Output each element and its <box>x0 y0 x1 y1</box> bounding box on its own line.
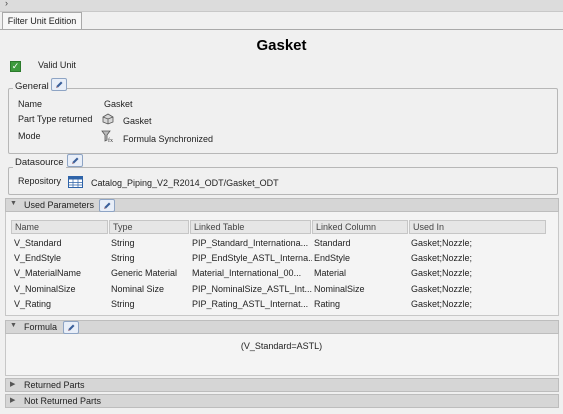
table-cell[interactable]: V_EndStyle <box>14 251 108 266</box>
formula-mode-icon: fx <box>101 130 115 144</box>
expand-chevron-icon[interactable]: › <box>5 0 8 8</box>
pencil-icon <box>56 81 63 88</box>
valid-unit-checkbox[interactable]: ✓ <box>10 61 21 72</box>
part-type-label: Part Type returned <box>18 114 93 124</box>
table-cell[interactable]: String <box>111 251 189 266</box>
table-cell[interactable]: EndStyle <box>314 251 408 266</box>
used-parameters-title: Used Parameters <box>24 200 95 210</box>
table-cell[interactable]: Gasket;Nozzle; <box>411 297 546 312</box>
table-cell[interactable]: Generic Material <box>111 266 189 281</box>
general-edit-button[interactable] <box>51 78 67 91</box>
not-returned-parts-header[interactable]: ▶ Not Returned Parts <box>5 394 559 408</box>
table-icon <box>68 176 83 188</box>
used-parameters-header[interactable]: ▼ Used Parameters <box>5 198 559 212</box>
mode-label: Mode <box>18 131 41 141</box>
pencil-icon <box>68 324 75 331</box>
valid-unit-label: Valid Unit <box>38 60 76 70</box>
top-strip: › <box>0 0 563 12</box>
table-cell[interactable]: Standard <box>314 236 408 251</box>
expand-arrow-icon[interactable]: ▶ <box>10 396 15 404</box>
returned-parts-header[interactable]: ▶ Returned Parts <box>5 378 559 392</box>
table-cell[interactable]: Gasket;Nozzle; <box>411 236 546 251</box>
not-returned-parts-title: Not Returned Parts <box>24 396 102 406</box>
part-type-icon <box>101 113 115 125</box>
table-cell[interactable]: String <box>111 297 189 312</box>
pencil-icon <box>72 157 79 164</box>
table-cell[interactable]: PIP_Rating_ASTL_Internat... <box>192 297 312 312</box>
svg-text:fx: fx <box>108 137 113 143</box>
table-cell[interactable]: V_Rating <box>14 297 108 312</box>
table-cell[interactable]: Gasket;Nozzle; <box>411 266 546 281</box>
table-cell[interactable]: Rating <box>314 297 408 312</box>
column-header-linked-table[interactable]: Linked Table <box>190 220 311 234</box>
table-cell[interactable]: V_NominalSize <box>14 282 108 297</box>
collapse-arrow-icon[interactable]: ▼ <box>10 200 17 207</box>
table-cell[interactable]: PIP_NominalSize_ASTL_Int... <box>192 282 312 297</box>
tab-filter-unit-edition[interactable]: Filter Unit Edition <box>2 12 82 29</box>
table-cell[interactable]: V_Standard <box>14 236 108 251</box>
table-cell[interactable]: Material <box>314 266 408 281</box>
formula-text: (V_Standard=ASTL) <box>240 341 323 351</box>
used-parameters-edit-button[interactable] <box>99 199 115 212</box>
name-field-value: Gasket <box>104 99 133 109</box>
table-cell[interactable]: NominalSize <box>314 282 408 297</box>
general-legend: General <box>13 81 51 92</box>
table-cell[interactable]: String <box>111 236 189 251</box>
datasource-edit-button[interactable] <box>67 154 83 167</box>
column-header-linked-column[interactable]: Linked Column <box>312 220 408 234</box>
column-header-name[interactable]: Name <box>11 220 108 234</box>
table-cell[interactable]: V_MaterialName <box>14 266 108 281</box>
table-cell[interactable]: Nominal Size <box>111 282 189 297</box>
collapse-arrow-icon[interactable]: ▼ <box>10 322 17 329</box>
tab-divider <box>0 29 563 30</box>
part-type-value: Gasket <box>123 116 152 126</box>
formula-edit-button[interactable] <box>63 321 79 334</box>
formula-header[interactable]: ▼ Formula <box>5 320 559 334</box>
name-field-label: Name <box>18 99 43 109</box>
table-cell[interactable]: PIP_Standard_Internationa... <box>192 236 312 251</box>
repository-value: Catalog_Piping_V2_R2014_ODT/Gasket_ODT <box>91 178 279 188</box>
table-cell[interactable]: PIP_EndStyle_ASTL_Interna... <box>192 251 312 266</box>
datasource-legend: Datasource <box>13 157 66 168</box>
column-header-type[interactable]: Type <box>109 220 189 234</box>
table-cell[interactable]: Gasket;Nozzle; <box>411 251 546 266</box>
column-header-used-in[interactable]: Used In <box>409 220 546 234</box>
returned-parts-title: Returned Parts <box>24 380 85 390</box>
repository-label: Repository <box>18 176 62 186</box>
formula-title: Formula <box>24 322 58 332</box>
table-cell[interactable]: Gasket;Nozzle; <box>411 282 546 297</box>
table-cell[interactable]: Material_International_00... <box>192 266 312 281</box>
mode-value: Formula Synchronized <box>123 134 214 144</box>
pencil-icon <box>104 202 111 209</box>
page-title: Gasket <box>256 37 307 54</box>
expand-arrow-icon[interactable]: ▶ <box>10 380 15 388</box>
